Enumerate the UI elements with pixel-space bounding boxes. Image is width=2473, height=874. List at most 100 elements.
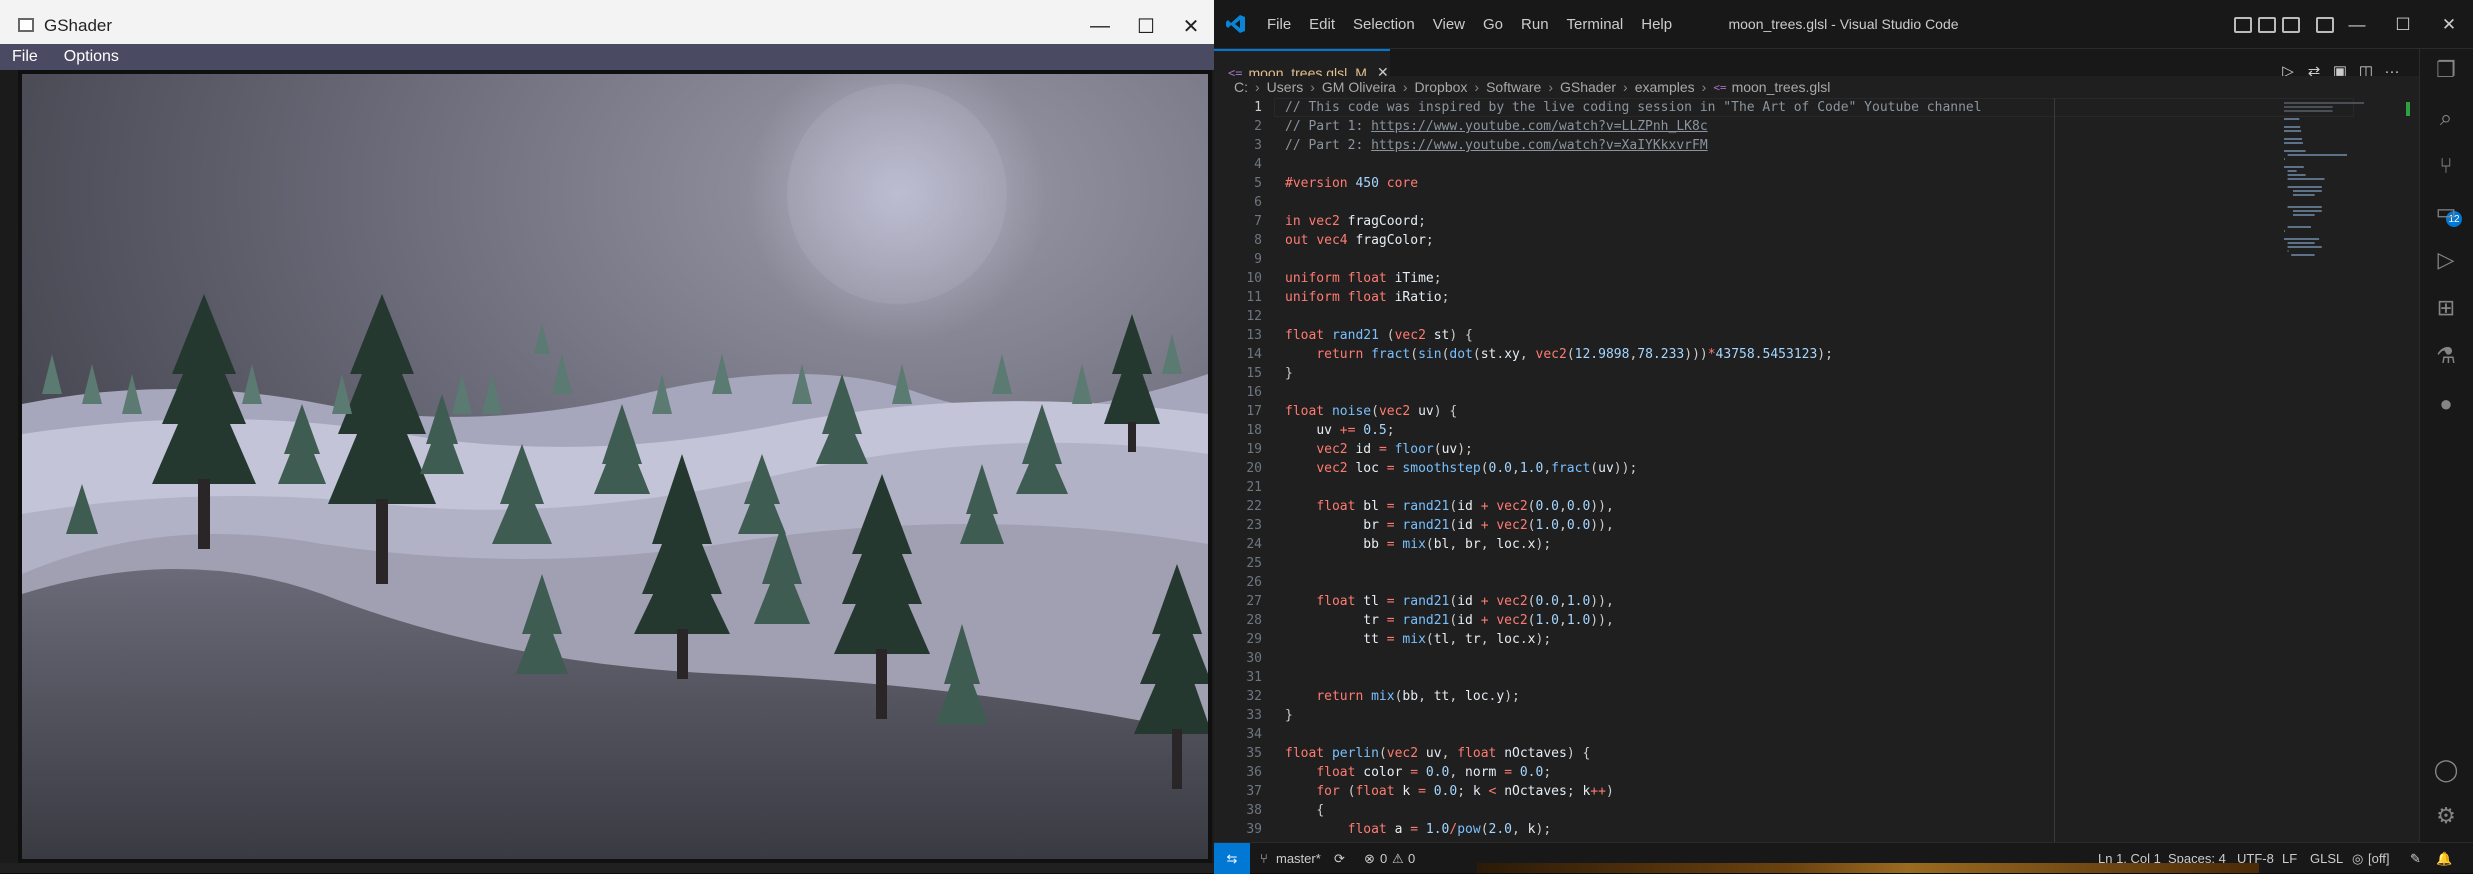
- code-line[interactable]: float a = 1.0/pow(2.0, k);: [1285, 820, 1552, 839]
- line-number: 14: [1246, 347, 1262, 362]
- breadcrumb-examples[interactable]: examples: [1635, 79, 1695, 95]
- line-number: 10: [1246, 271, 1262, 286]
- menu-edit[interactable]: Edit: [1300, 16, 1344, 33]
- menu-terminal[interactable]: Terminal: [1558, 16, 1633, 33]
- activity-bar: ❐ ⌕ ⑂ 12 ▭ ▷ ⊞ ⚗ ● ◯ ⚙: [2419, 49, 2473, 842]
- status-eol[interactable]: LF: [2282, 851, 2297, 866]
- code-line[interactable]: tt = mix(tl, tr, loc.x);: [1285, 630, 1551, 649]
- status-errors[interactable]: 0: [1380, 851, 1387, 866]
- line-number: 16: [1246, 385, 1262, 400]
- code-line[interactable]: }: [1285, 706, 1293, 725]
- minimap[interactable]: [2284, 98, 2394, 842]
- shader-render-view[interactable]: [18, 70, 1212, 863]
- code-line[interactable]: // Part 2: https://www.youtube.com/watch…: [1285, 136, 1708, 155]
- breadcrumb-file[interactable]: moon_trees.glsl: [1732, 79, 1831, 95]
- menu-view[interactable]: View: [1424, 16, 1474, 33]
- code-line[interactable]: tr = rand21(id + vec2(1.0,1.0)),: [1285, 611, 1614, 630]
- code-line[interactable]: }: [1285, 364, 1293, 383]
- notifications-bell-icon[interactable]: 🔔: [2436, 851, 2452, 867]
- line-number: 18: [1246, 423, 1262, 438]
- settings-gear-icon[interactable]: ⚙: [2433, 803, 2459, 829]
- line-number: 22: [1246, 499, 1262, 514]
- code-line[interactable]: in vec2 fragCoord;: [1285, 212, 1426, 231]
- line-number: 13: [1246, 328, 1262, 343]
- feedback-icon[interactable]: ✎: [2410, 851, 2421, 867]
- breadcrumb-user[interactable]: GM Oliveira: [1322, 79, 1396, 95]
- code-line[interactable]: vec2 id = floor(uv);: [1285, 440, 1473, 459]
- account-icon[interactable]: ◯: [2433, 757, 2459, 783]
- status-extra[interactable]: [off]: [2368, 851, 2389, 866]
- sync-icon[interactable]: ⟳: [1334, 851, 1345, 867]
- remote-explorer-icon[interactable]: ▭: [2433, 199, 2459, 225]
- code-line[interactable]: float tl = rand21(id + vec2(0.0,1.0)),: [1285, 592, 1613, 611]
- minimap-line: [2284, 238, 2320, 240]
- menu-run[interactable]: Run: [1512, 16, 1558, 33]
- search-icon[interactable]: ⌕: [2433, 105, 2459, 131]
- breadcrumb-dropbox[interactable]: Dropbox: [1414, 79, 1467, 95]
- run-debug-icon[interactable]: ▷: [2433, 247, 2459, 273]
- testing-icon[interactable]: ⚗: [2433, 343, 2459, 369]
- vscode-titlebar[interactable]: File Edit Selection View Go Run Terminal…: [1214, 0, 2473, 49]
- toggle-secondary-sidebar-icon[interactable]: [2282, 17, 2300, 33]
- github-icon[interactable]: ●: [2433, 391, 2459, 417]
- code-line[interactable]: out vec4 fragColor;: [1285, 231, 1434, 250]
- code-line[interactable]: uv += 0.5;: [1285, 421, 1394, 440]
- breadcrumb-gshader[interactable]: GShader: [1560, 79, 1616, 95]
- code-line[interactable]: for (float k = 0.0; k < nOctaves; k++): [1285, 782, 1613, 801]
- code-line[interactable]: float noise(vec2 uv) {: [1285, 402, 1457, 421]
- gshader-menubar: File Options: [0, 44, 1214, 70]
- menu-selection[interactable]: Selection: [1344, 16, 1424, 33]
- minimap-line: [2291, 254, 2315, 256]
- menu-file[interactable]: File: [0, 48, 52, 66]
- breadcrumb-drive[interactable]: C:: [1234, 79, 1248, 95]
- code-line[interactable]: float perlin(vec2 uv, float nOctaves) {: [1285, 744, 1590, 763]
- code-line[interactable]: // This code was inspired by the live co…: [1285, 98, 1982, 117]
- gshader-app-icon: [18, 18, 34, 32]
- code-line[interactable]: return fract(sin(dot(st.xy, vec2(12.9898…: [1285, 345, 1833, 364]
- vscode-close-button[interactable]: ✕: [2426, 0, 2472, 49]
- breadcrumb-users[interactable]: Users: [1267, 79, 1304, 95]
- code-editor[interactable]: 1 2 3 4 5 6 7 8 9 10 11 12 13 14 15 16 17 18 19 20 21 22 23 24 2…: [1214, 98, 2419, 842]
- minimize-icon: —: [1090, 15, 1110, 37]
- code-line[interactable]: uniform float iTime;: [1285, 269, 1442, 288]
- code-line[interactable]: uniform float iRatio;: [1285, 288, 1449, 307]
- vscode-minimize-button[interactable]: —: [2334, 0, 2380, 49]
- code-line[interactable]: float bl = rand21(id + vec2(0.0,0.0)),: [1285, 497, 1613, 516]
- explorer-icon[interactable]: ❐: [2433, 57, 2459, 83]
- code-line[interactable]: // Part 1: https://www.youtube.com/watch…: [1285, 117, 1708, 136]
- source-control-icon[interactable]: ⑂: [2433, 153, 2459, 179]
- menu-file[interactable]: File: [1258, 16, 1300, 33]
- code-line[interactable]: float rand21 (vec2 st) {: [1285, 326, 1473, 345]
- code-line[interactable]: bb = mix(bl, br, loc.x);: [1285, 535, 1551, 554]
- toggle-panel-icon[interactable]: [2258, 17, 2276, 33]
- code-line[interactable]: float color = 0.0, norm = 0.0;: [1285, 763, 1551, 782]
- vscode-maximize-button[interactable]: ☐: [2380, 0, 2426, 49]
- toggle-primary-sidebar-icon[interactable]: [2234, 17, 2252, 33]
- line-number: 1: [1254, 100, 1262, 115]
- line-number: 33: [1246, 708, 1262, 723]
- code-lines[interactable]: // This code was inspired by the live co…: [1285, 98, 2395, 842]
- status-branch[interactable]: master*: [1276, 851, 1321, 866]
- line-number: 19: [1246, 442, 1262, 457]
- breadcrumb-software[interactable]: Software: [1486, 79, 1541, 95]
- editor-scrollbar[interactable]: [2404, 98, 2418, 842]
- code-line[interactable]: vec2 loc = smoothstep(0.0,1.0,fract(uv))…: [1285, 459, 1637, 478]
- menu-help[interactable]: Help: [1632, 16, 1681, 33]
- line-number-gutter: 1 2 3 4 5 6 7 8 9 10 11 12 13 14 15 16 17 18 19 20 21 22 23 24 2…: [1214, 98, 1268, 842]
- minimap-line: [2284, 102, 2365, 104]
- line-number: 15: [1246, 366, 1262, 381]
- code-line[interactable]: return mix(bb, tt, loc.y);: [1285, 687, 1520, 706]
- status-language[interactable]: GLSL: [2310, 851, 2343, 866]
- customize-layout-icon[interactable]: [2316, 17, 2334, 33]
- menu-options[interactable]: Options: [52, 48, 133, 66]
- remote-indicator-icon[interactable]: ⇆: [1214, 843, 1250, 874]
- code-line[interactable]: br = rand21(id + vec2(1.0,0.0)),: [1285, 516, 1614, 535]
- code-line[interactable]: {: [1285, 801, 1324, 820]
- status-warnings[interactable]: 0: [1408, 851, 1415, 866]
- extensions-icon[interactable]: ⊞: [2433, 295, 2459, 321]
- line-number: 17: [1246, 404, 1262, 419]
- code-line[interactable]: #version 450 core: [1285, 174, 1418, 193]
- minimap-line: [2287, 154, 2347, 156]
- minimap-line: [2287, 174, 2306, 176]
- menu-go[interactable]: Go: [1474, 16, 1512, 33]
